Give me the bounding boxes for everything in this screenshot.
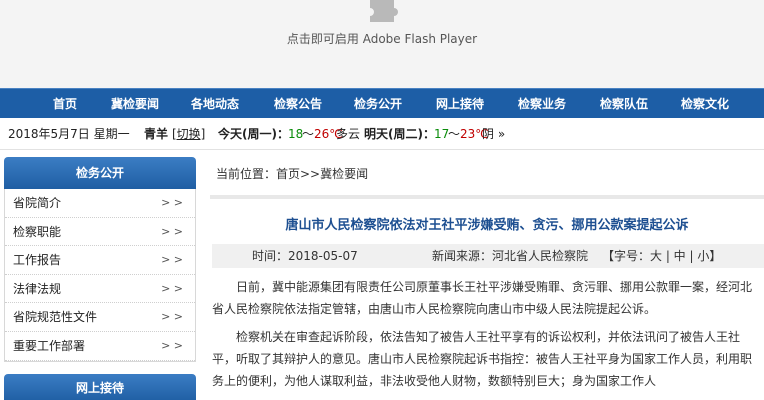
sidebar-item-label: 重要工作部署 (13, 338, 86, 353)
main-nav: 首页 冀检要闻 各地动态 检察公告 检务公开 网上接待 检察业务 检察队伍 检察… (0, 88, 764, 118)
current-date: 2018年5月7日 星期一 (8, 127, 130, 141)
sidebar-item-deployments[interactable]: 重要工作部署 > > (5, 332, 195, 361)
nav-item-team[interactable]: 检察队伍 (584, 89, 664, 119)
chevron-right-icon: > > (161, 224, 183, 238)
sidebar-title: 检务公开 (4, 157, 196, 189)
sidebar-title-reception: 网上接待 (4, 374, 196, 400)
today-condition: 多云 (336, 127, 361, 141)
tomorrow-condition[interactable]: 阴 » (482, 118, 505, 150)
chevron-right-icon: > > (161, 338, 183, 352)
today-sep: ～ (302, 127, 315, 141)
flash-placeholder[interactable]: 点击即可启用 Adobe Flash Player (0, 0, 764, 88)
sidebar-item-reports[interactable]: 工作报告 > > (5, 246, 195, 275)
sidebar-item-label: 省院规范性文件 (13, 310, 98, 325)
tomorrow-low: 17 (434, 127, 450, 141)
nav-item-culture[interactable]: 检察文化 (665, 89, 745, 119)
article-title: 唐山市人民检察院依法对王社平涉嫌受贿、贪污、挪用公款案提起公诉 (285, 218, 689, 233)
divider (210, 195, 764, 199)
today-low: 18 (288, 127, 304, 141)
article-paragraph: 日前，冀中能源集团有限责任公司原董事长王社平涉嫌受贿罪、贪污罪、挪用公款罪一案，… (212, 280, 753, 316)
sidebar-item-functions[interactable]: 检察职能 > > (5, 218, 195, 247)
chevron-right-icon: > > (161, 281, 183, 295)
flash-message[interactable]: 点击即可启用 Adobe Flash Player (0, 30, 764, 47)
article-meta: 时间：2018-05-07 新闻来源：河北省人民检察院 【字号：大 | 中 | … (212, 244, 764, 268)
sidebar-item-label: 检察职能 (13, 224, 62, 239)
article-paragraph: 检察机关在审查起诉阶段，依法告知了被告人王社平享有的诉讼权利，并依法讯问了被告人… (212, 330, 753, 388)
sidebar: 检务公开 省院简介 > > 检察职能 > > 工作报告 > > 法律法规 > > 省院规… (4, 157, 196, 362)
today-label: 今天(周一)： (218, 127, 289, 141)
article-body: 日前，冀中能源集团有限责任公司原董事长王社平涉嫌受贿罪、贪污罪、挪用公款罪一案，… (212, 276, 760, 398)
breadcrumb[interactable]: 当前位置：首页>>冀检要闻 (216, 165, 368, 182)
tomorrow-label: 明天(周二)： (364, 127, 435, 141)
article-time: 时间：2018-05-07 (252, 249, 358, 263)
sidebar-item-laws[interactable]: 法律法规 > > (5, 275, 195, 304)
nav-item-news[interactable]: 冀检要闻 (95, 89, 175, 119)
nav-item-home[interactable]: 首页 (25, 89, 105, 119)
sidebar-item-label: 法律法规 (13, 281, 62, 296)
sidebar-item-documents[interactable]: 省院规范性文件 > > (5, 303, 195, 332)
sidebar-item-label: 省院简介 (13, 196, 62, 210)
sidebar-item-label: 工作报告 (13, 253, 62, 268)
weather-city: 青羊 (144, 127, 169, 141)
tomorrow-sep: ～ (448, 127, 461, 141)
nav-item-affairs[interactable]: 检务公开 (338, 89, 418, 119)
date-weather-bar: 2018年5月7日 星期一 青羊 [切换] 今天(周一)： 18 ～ 26℃ 多… (0, 118, 764, 150)
nav-item-local[interactable]: 各地动态 (175, 89, 255, 119)
city-switch-link[interactable]: [切换] (172, 118, 205, 150)
article-source: 新闻来源：河北省人民检察院 (432, 249, 589, 263)
nav-item-business[interactable]: 检察业务 (502, 89, 582, 119)
chevron-right-icon: > > (161, 196, 183, 209)
plugin-icon (370, 0, 398, 22)
nav-item-notice[interactable]: 检察公告 (258, 89, 338, 119)
font-size-switch[interactable]: 【字号：大 | 中 | 小】 (602, 244, 721, 268)
sidebar-list: 省院简介 > > 检察职能 > > 工作报告 > > 法律法规 > > 省院规范性文件 >… (4, 189, 196, 362)
chevron-right-icon: > > (161, 310, 183, 324)
sidebar-item-intro[interactable]: 省院简介 > > (5, 189, 195, 218)
chevron-right-icon: > > (161, 253, 183, 267)
nav-item-reception[interactable]: 网上接待 (420, 89, 500, 119)
